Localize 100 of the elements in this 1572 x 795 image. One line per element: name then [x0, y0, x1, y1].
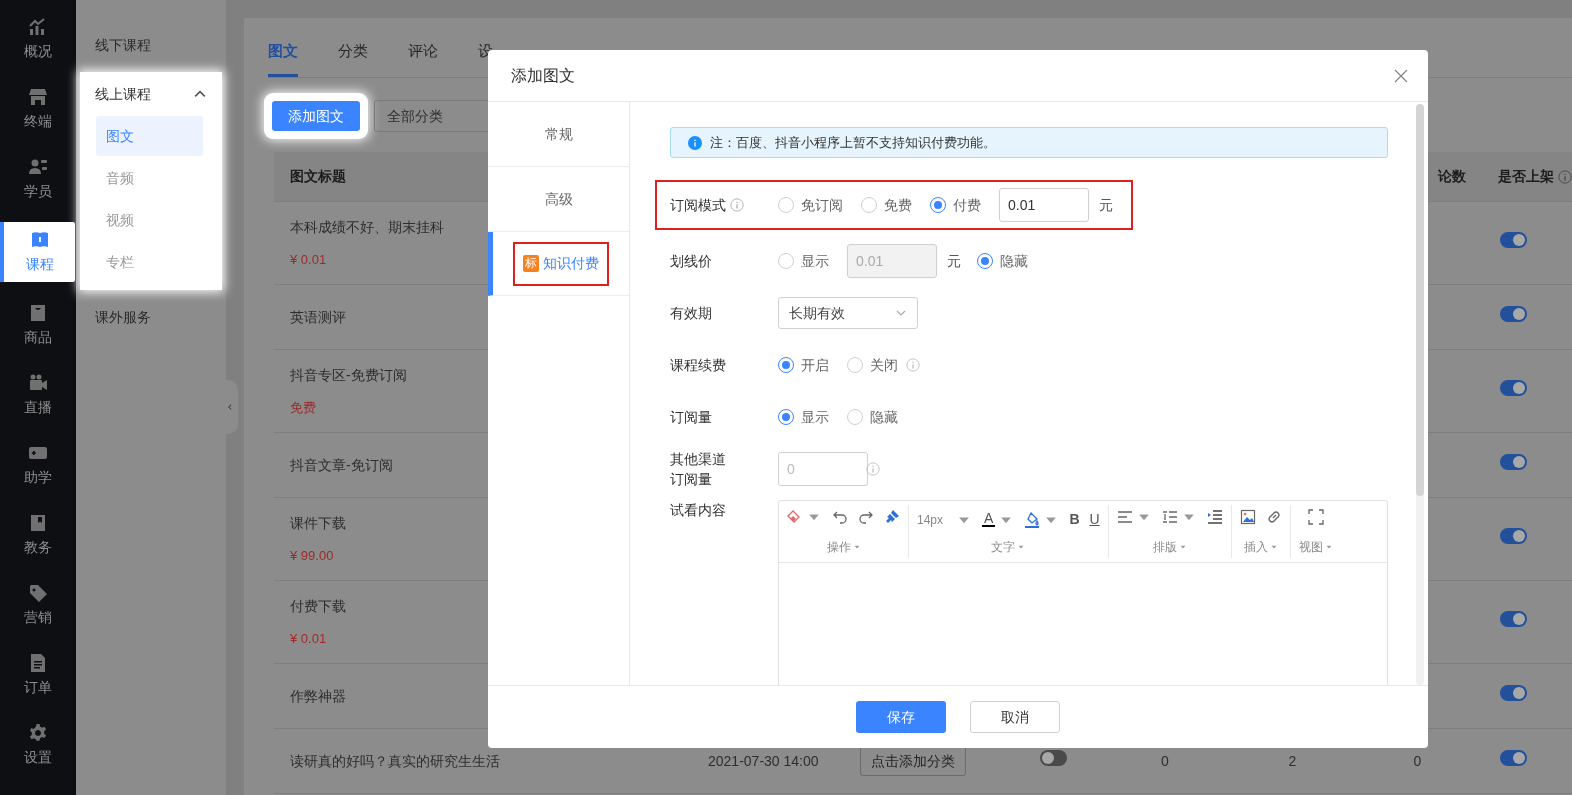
- nav-item[interactable]: 订单: [0, 640, 76, 710]
- toggle-switch[interactable]: [1500, 380, 1527, 396]
- field-label: 有效期: [670, 304, 712, 323]
- title-text: 抖音专区-免费订阅: [290, 365, 407, 385]
- toolbar-group-menu[interactable]: 插入: [1243, 538, 1278, 556]
- caret-icon[interactable]: [194, 88, 206, 100]
- submenu-item[interactable]: 专栏: [96, 242, 203, 282]
- paint-bucket-icon[interactable]: [1024, 511, 1041, 528]
- toggle-switch[interactable]: [1500, 685, 1527, 701]
- gear-icon: [28, 722, 48, 743]
- toggle-switch[interactable]: [1040, 750, 1067, 766]
- undo-icon[interactable]: [832, 509, 848, 525]
- add-category-button[interactable]: 点击添加分类: [860, 746, 966, 776]
- unit-text: 元: [1099, 195, 1113, 215]
- tab[interactable]: 评论: [408, 39, 438, 77]
- field-label: 试看内容: [670, 501, 726, 520]
- document-icon: [28, 652, 48, 673]
- info-icon: [906, 358, 920, 372]
- toolbar-group-menu[interactable]: 文字: [991, 538, 1026, 556]
- date-text: 2021-07-30 14:00: [708, 751, 819, 771]
- submenu-group-header[interactable]: 线上课程: [80, 74, 222, 114]
- title-text: 本科成绩不好、期末挂科: [290, 217, 444, 237]
- save-button[interactable]: 保存: [856, 701, 946, 733]
- nav-item[interactable]: 教务: [0, 500, 76, 570]
- select-field[interactable]: 长期有效: [778, 297, 918, 329]
- radio-label: 隐藏: [1000, 251, 1028, 271]
- submenu-item[interactable]: 音频: [96, 158, 203, 198]
- input-field[interactable]: 0.01: [999, 188, 1089, 222]
- submenu-item[interactable]: 课外服务: [76, 294, 226, 340]
- toolbar-group-menu[interactable]: 操作: [826, 538, 861, 556]
- toolbar-group-menu[interactable]: 视图: [1298, 538, 1333, 556]
- book-icon: [29, 229, 50, 250]
- price-text: ¥ 0.01: [290, 250, 327, 269]
- side-tab[interactable]: 标 知识付费: [488, 232, 629, 296]
- toggle-switch[interactable]: [1500, 306, 1527, 322]
- side-tab-label: 高级: [544, 190, 573, 209]
- side-tab-label: 知识付费: [543, 254, 599, 273]
- chevron-left-icon: [226, 403, 234, 411]
- side-tab-label: 常规: [544, 125, 573, 144]
- cancel-button[interactable]: 取消: [970, 701, 1060, 733]
- submenu-item[interactable]: 线下课程: [76, 22, 226, 68]
- column-header: 是否上架: [1498, 167, 1554, 186]
- fullscreen-icon[interactable]: [1307, 509, 1324, 525]
- title-text: 作弊神器: [290, 686, 346, 706]
- price-text: ¥ 0.01: [290, 629, 327, 648]
- toolbar-group-menu[interactable]: 排版: [1152, 538, 1187, 556]
- indent-icon[interactable]: [1206, 509, 1223, 525]
- nav-item[interactable]: 概况: [0, 4, 76, 74]
- nav-item[interactable]: 助学: [0, 430, 76, 500]
- radio-label: 开启: [801, 355, 829, 375]
- radio-label: 付费: [953, 195, 981, 215]
- nav-item[interactable]: 设置: [0, 710, 76, 780]
- price-text: ¥ 99.00: [290, 546, 334, 565]
- link-icon[interactable]: [1265, 509, 1282, 525]
- scrollbar[interactable]: [1416, 104, 1424, 685]
- nav-item[interactable]: 商品: [0, 290, 76, 360]
- dialog-title: 添加图文: [511, 65, 575, 86]
- side-tab[interactable]: 高级: [488, 167, 629, 232]
- radio-label: 隐藏: [870, 407, 898, 427]
- submenu-item[interactable]: 视频: [96, 200, 203, 240]
- column-header: 论数: [1437, 167, 1467, 186]
- underline-button[interactable]: U: [1089, 509, 1100, 530]
- column-header: 图文标题: [289, 167, 347, 186]
- line-spacing-icon[interactable]: [1161, 509, 1178, 525]
- info-icon: [866, 462, 880, 476]
- info-icon: [1558, 169, 1572, 184]
- toggle-switch[interactable]: [1500, 232, 1527, 248]
- nav-item[interactable]: 学员: [0, 144, 76, 214]
- radio-label: 免费: [884, 195, 912, 215]
- field-label: 课程续费: [670, 356, 726, 375]
- nav-item[interactable]: 课程: [0, 222, 75, 282]
- title-text: 抖音文章-免订阅: [290, 455, 393, 475]
- align-icon[interactable]: [1116, 509, 1133, 525]
- toggle-switch[interactable]: [1500, 454, 1527, 470]
- field-label: 订阅量: [670, 408, 712, 427]
- count-text: 2: [1288, 752, 1297, 769]
- font-color-button[interactable]: A: [982, 512, 996, 527]
- font-size-select[interactable]: 14px: [917, 510, 944, 529]
- price-text: 免费: [290, 398, 316, 417]
- title-text: 课件下载: [290, 513, 346, 533]
- toggle-switch[interactable]: [1500, 611, 1527, 627]
- brush-icon[interactable]: [884, 509, 900, 525]
- unit-text: 元: [947, 251, 961, 271]
- radio-label: 显示: [801, 251, 829, 271]
- image-icon[interactable]: [1239, 509, 1256, 525]
- input-field[interactable]: 0: [778, 452, 868, 486]
- radio-label: 关闭: [870, 355, 898, 375]
- bold-button[interactable]: B: [1069, 509, 1080, 530]
- store-icon: [28, 86, 48, 107]
- title-text: 付费下载: [290, 596, 346, 616]
- toggle-switch[interactable]: [1500, 750, 1527, 766]
- side-tab[interactable]: 常规: [488, 102, 629, 167]
- tag-icon: [28, 582, 48, 603]
- toggle-switch[interactable]: [1500, 528, 1527, 544]
- nav-item[interactable]: 终端: [0, 74, 76, 144]
- redo-icon[interactable]: [858, 509, 874, 525]
- nav-item[interactable]: 直播: [0, 360, 76, 430]
- submenu-item[interactable]: 图文: [96, 116, 203, 156]
- tab[interactable]: 分类: [338, 39, 368, 77]
- nav-item[interactable]: 营销: [0, 570, 76, 640]
